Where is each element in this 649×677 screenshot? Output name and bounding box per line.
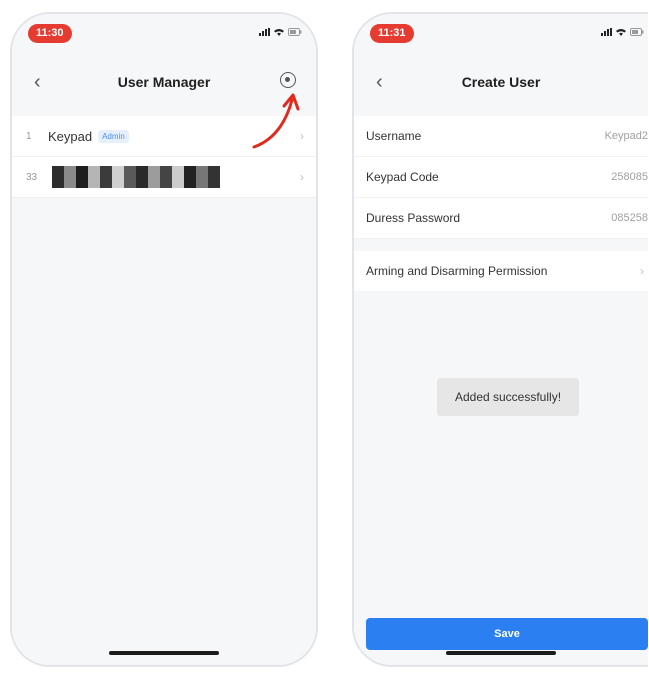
phone-left: 11:30 ‹ User Manager 1 Keypad Admin › 33 bbox=[10, 12, 318, 667]
chevron-right-icon: › bbox=[640, 264, 644, 278]
keypad-code-field[interactable]: Keypad Code 258085 bbox=[354, 157, 648, 198]
redacted-name bbox=[52, 166, 220, 188]
field-label: Keypad Code bbox=[366, 170, 439, 184]
save-button[interactable]: Save bbox=[366, 618, 648, 650]
username-field[interactable]: Username Keypad2 bbox=[354, 116, 648, 157]
field-value[interactable]: 258085 bbox=[611, 171, 648, 183]
create-user-form: Username Keypad2 Keypad Code 258085 Dure… bbox=[354, 116, 648, 239]
field-value[interactable]: 085258 bbox=[611, 212, 648, 224]
chevron-right-icon: › bbox=[300, 170, 304, 184]
admin-badge: Admin bbox=[98, 129, 129, 143]
field-label: Username bbox=[366, 129, 422, 143]
success-toast: Added successfully! bbox=[437, 378, 579, 416]
nav-bar: ‹ Create User bbox=[354, 58, 648, 108]
user-index: 33 bbox=[26, 171, 38, 183]
page-title: User Manager bbox=[117, 74, 211, 90]
status-time: 11:31 bbox=[370, 24, 414, 43]
status-icons bbox=[601, 28, 644, 36]
wifi-icon bbox=[616, 29, 626, 36]
home-indicator bbox=[446, 651, 556, 655]
status-icons bbox=[259, 28, 302, 36]
status-time: 11:30 bbox=[28, 24, 72, 43]
arming-permission-row[interactable]: Arming and Disarming Permission › bbox=[354, 251, 648, 291]
add-user-icon[interactable] bbox=[280, 72, 296, 88]
home-indicator bbox=[109, 651, 219, 655]
user-name: Keypad bbox=[48, 128, 93, 144]
field-label: Duress Password bbox=[366, 211, 461, 225]
screen-background bbox=[354, 14, 648, 665]
signal-icon bbox=[259, 28, 270, 36]
battery-icon bbox=[630, 28, 644, 36]
wifi-icon bbox=[274, 29, 284, 36]
annotation-arrow bbox=[252, 93, 300, 149]
field-value[interactable]: Keypad2 bbox=[605, 130, 648, 142]
page-title: Create User bbox=[461, 74, 541, 90]
duress-password-field[interactable]: Duress Password 085258 bbox=[354, 198, 648, 239]
battery-icon bbox=[288, 28, 302, 36]
signal-icon bbox=[601, 28, 612, 36]
user-index: 1 bbox=[26, 130, 32, 142]
user-row-blurred[interactable]: 33 › bbox=[12, 157, 316, 198]
status-bar: 11:30 bbox=[12, 14, 316, 56]
phone-right: 11:31 ‹ Create User Username Keypad2 Key… bbox=[352, 12, 648, 667]
status-bar: 11:31 bbox=[354, 14, 648, 56]
permission-label: Arming and Disarming Permission bbox=[366, 264, 548, 278]
